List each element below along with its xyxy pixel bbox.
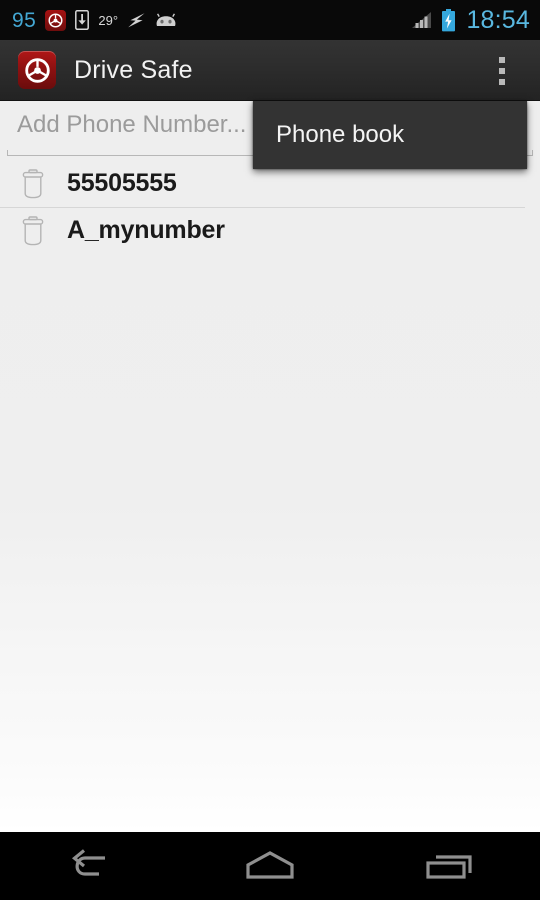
clock-text: 18:54 — [466, 5, 530, 34]
back-button[interactable] — [0, 832, 180, 900]
temperature-text: 29° — [98, 12, 119, 28]
download-icon — [75, 10, 90, 30]
lightning-bolt-icon — [127, 12, 146, 29]
signal-bars-icon — [411, 11, 433, 29]
battery-charging-icon — [441, 8, 456, 32]
list-item-label: 55505555 — [67, 169, 177, 197]
battery-percent-text: 95 — [12, 8, 37, 32]
android-head-icon — [155, 12, 177, 28]
trash-icon[interactable] — [20, 215, 46, 246]
recents-button[interactable] — [360, 832, 540, 900]
overflow-dot — [499, 78, 505, 85]
drive-safe-notification-icon — [45, 9, 67, 31]
list-item-label: A_mynumber — [67, 216, 225, 244]
steering-wheel-icon — [18, 51, 56, 89]
home-button[interactable] — [180, 832, 360, 900]
page-title: Drive Safe — [74, 55, 193, 84]
overflow-menu-icon[interactable] — [478, 40, 526, 101]
navigation-bar — [0, 832, 540, 900]
status-bar-right: 18:54 — [411, 5, 530, 34]
status-bar: 95 29° 18:54 — [0, 0, 540, 40]
recents-icon — [426, 855, 472, 879]
overflow-dropdown-menu: Phone book — [253, 101, 527, 169]
action-bar: Drive Safe — [0, 40, 540, 101]
main-content: 55505555 A_mynumber — [0, 101, 540, 832]
phone-number-list: 55505555 A_mynumber — [0, 160, 540, 254]
home-icon — [246, 851, 294, 879]
phone-screen: 95 29° 18:54 Drive Safe Add Phone Number… — [0, 0, 540, 900]
status-bar-left: 95 29° — [12, 8, 411, 32]
overflow-dot — [499, 56, 505, 63]
back-arrow-icon — [71, 849, 105, 876]
menu-item-label: Phone book — [276, 121, 405, 148]
overflow-dot — [499, 67, 505, 74]
trash-icon[interactable] — [20, 168, 46, 199]
menu-item-phone-book[interactable]: Phone book — [253, 101, 527, 169]
list-item[interactable]: A_mynumber — [0, 207, 540, 254]
